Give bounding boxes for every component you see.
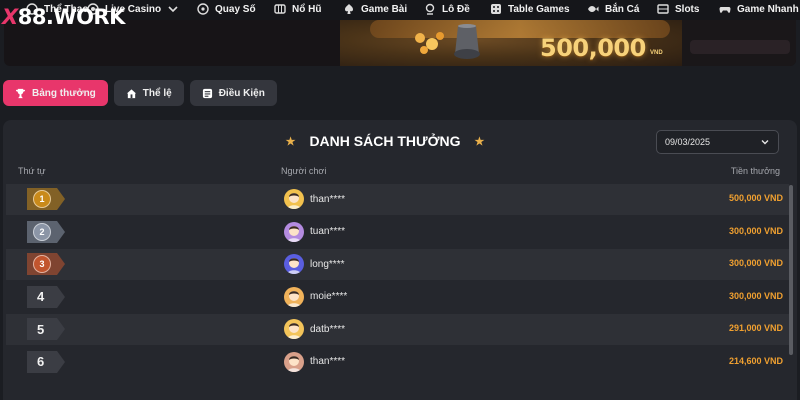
rank-number: 4: [37, 289, 45, 304]
avatar: [284, 319, 304, 339]
avatar: [284, 189, 304, 209]
prize-amount: 300,000 VND: [728, 258, 783, 268]
dice-shaker-icon: [454, 24, 480, 59]
prize-amount: 291,000 VND: [728, 323, 783, 333]
column-header-rank: Thứ tự: [18, 166, 46, 176]
nav-item-lo-de[interactable]: Lô Đề: [424, 3, 470, 15]
player-cell: than****: [284, 189, 345, 209]
trophy-icon: [15, 88, 26, 98]
player-name: datb****: [310, 323, 346, 335]
leaderboard-panel: ★ DANH SÁCH THƯỞNG ★ 09/03/2025 Thứ tự N…: [3, 120, 797, 400]
prize-amount: 214,600 VND: [728, 355, 783, 366]
rank-number: 6: [37, 354, 45, 369]
nav-item-ban-ca[interactable]: Bắn Cá: [587, 3, 639, 15]
chevron-down-icon: [761, 140, 769, 145]
medal-gold-icon: 1: [33, 190, 51, 208]
lottery-ball-icon: [197, 3, 209, 15]
player-cell: datb****: [284, 319, 345, 339]
nav-item-table-games[interactable]: Table Games: [490, 3, 570, 15]
player-cell: long****: [284, 254, 344, 274]
list-icon: [202, 88, 212, 98]
chevron-down-icon: [167, 3, 179, 15]
house-icon: [126, 88, 136, 98]
tab-the-le[interactable]: Thể lệ: [113, 80, 184, 106]
player-name: long****: [310, 258, 345, 270]
avatar: [284, 351, 304, 372]
player-name: moie****: [310, 291, 348, 302]
avatar: [284, 286, 304, 307]
table-row: 5 datb**** 291,000 VND: [6, 314, 789, 345]
avatar: [284, 254, 304, 274]
tab-bang-thuong[interactable]: Bảng thưởng: [3, 80, 108, 106]
column-header-prize: Tiền thưởng: [730, 166, 780, 176]
nav-item-game-nhanh[interactable]: Game Nhanh: [719, 3, 799, 15]
rank-number: 5: [37, 321, 45, 337]
column-header-player: Người chơi: [281, 166, 327, 176]
fish-icon: [587, 3, 599, 15]
slot-machine-icon: [657, 3, 669, 15]
table-row: 4 moie**** 300,000 VND: [6, 282, 789, 313]
nav-item-game-bai[interactable]: Game Bài: [343, 3, 407, 15]
banner-artwork: 500,000 VND: [340, 14, 682, 66]
controller-icon: [719, 3, 731, 15]
site-logo[interactable]: X 88.WORK: [2, 5, 125, 29]
player-name: than****: [310, 193, 346, 205]
tab-dieu-kien[interactable]: Điều Kiện: [189, 80, 277, 106]
banner-prize-unit: VND: [650, 50, 663, 56]
date-select-value: 09/03/2025: [665, 137, 711, 147]
table-row: 3 long**** 300,000 VND: [6, 249, 789, 280]
banner-right-bar: [690, 40, 790, 54]
medal-bronze-icon: 3: [33, 255, 51, 273]
tab-bar: Bảng thưởng Thể lệ Điều Kiện: [3, 80, 277, 106]
nav-item-quay-so[interactable]: Quay Số: [197, 3, 256, 15]
table-row: 2 tuan**** 300,000 VND: [6, 217, 789, 248]
dice-icon: [490, 3, 502, 15]
date-select[interactable]: 09/03/2025: [656, 130, 779, 154]
player-cell: than****: [284, 351, 346, 372]
nav-item-no-hu[interactable]: Nổ Hũ: [274, 3, 321, 15]
avatar: [284, 221, 304, 242]
jackpot-icon: [274, 3, 286, 15]
prize-amount: 300,000 VND: [728, 225, 783, 236]
prize-amount: 500,000 VND: [728, 193, 783, 203]
flower-decoration-icon: [415, 32, 444, 54]
player-name: tuan****: [310, 226, 346, 237]
scrollbar[interactable]: [789, 185, 793, 355]
table-row: 6 than**** 214,600 VND: [6, 347, 789, 378]
prize-amount: 300,000 VND: [728, 290, 783, 301]
banner-right-panel: [682, 14, 796, 66]
nav-item-slots[interactable]: Slots: [657, 3, 699, 15]
player-name: than****: [310, 356, 346, 367]
star-icon: ★: [285, 135, 296, 148]
medal-silver-icon: 2: [33, 222, 51, 241]
card-game-icon: [343, 3, 355, 15]
leaderboard-title: ★ DANH SÁCH THƯỞNG ★: [285, 133, 485, 149]
player-cell: moie****: [284, 286, 348, 307]
player-cell: tuan****: [284, 221, 346, 242]
banner-prize-amount: 500,000: [540, 34, 646, 62]
lotto-icon: [424, 3, 436, 15]
table-row: 1 than**** 500,000 VND: [6, 184, 789, 215]
star-icon: ★: [474, 135, 485, 148]
